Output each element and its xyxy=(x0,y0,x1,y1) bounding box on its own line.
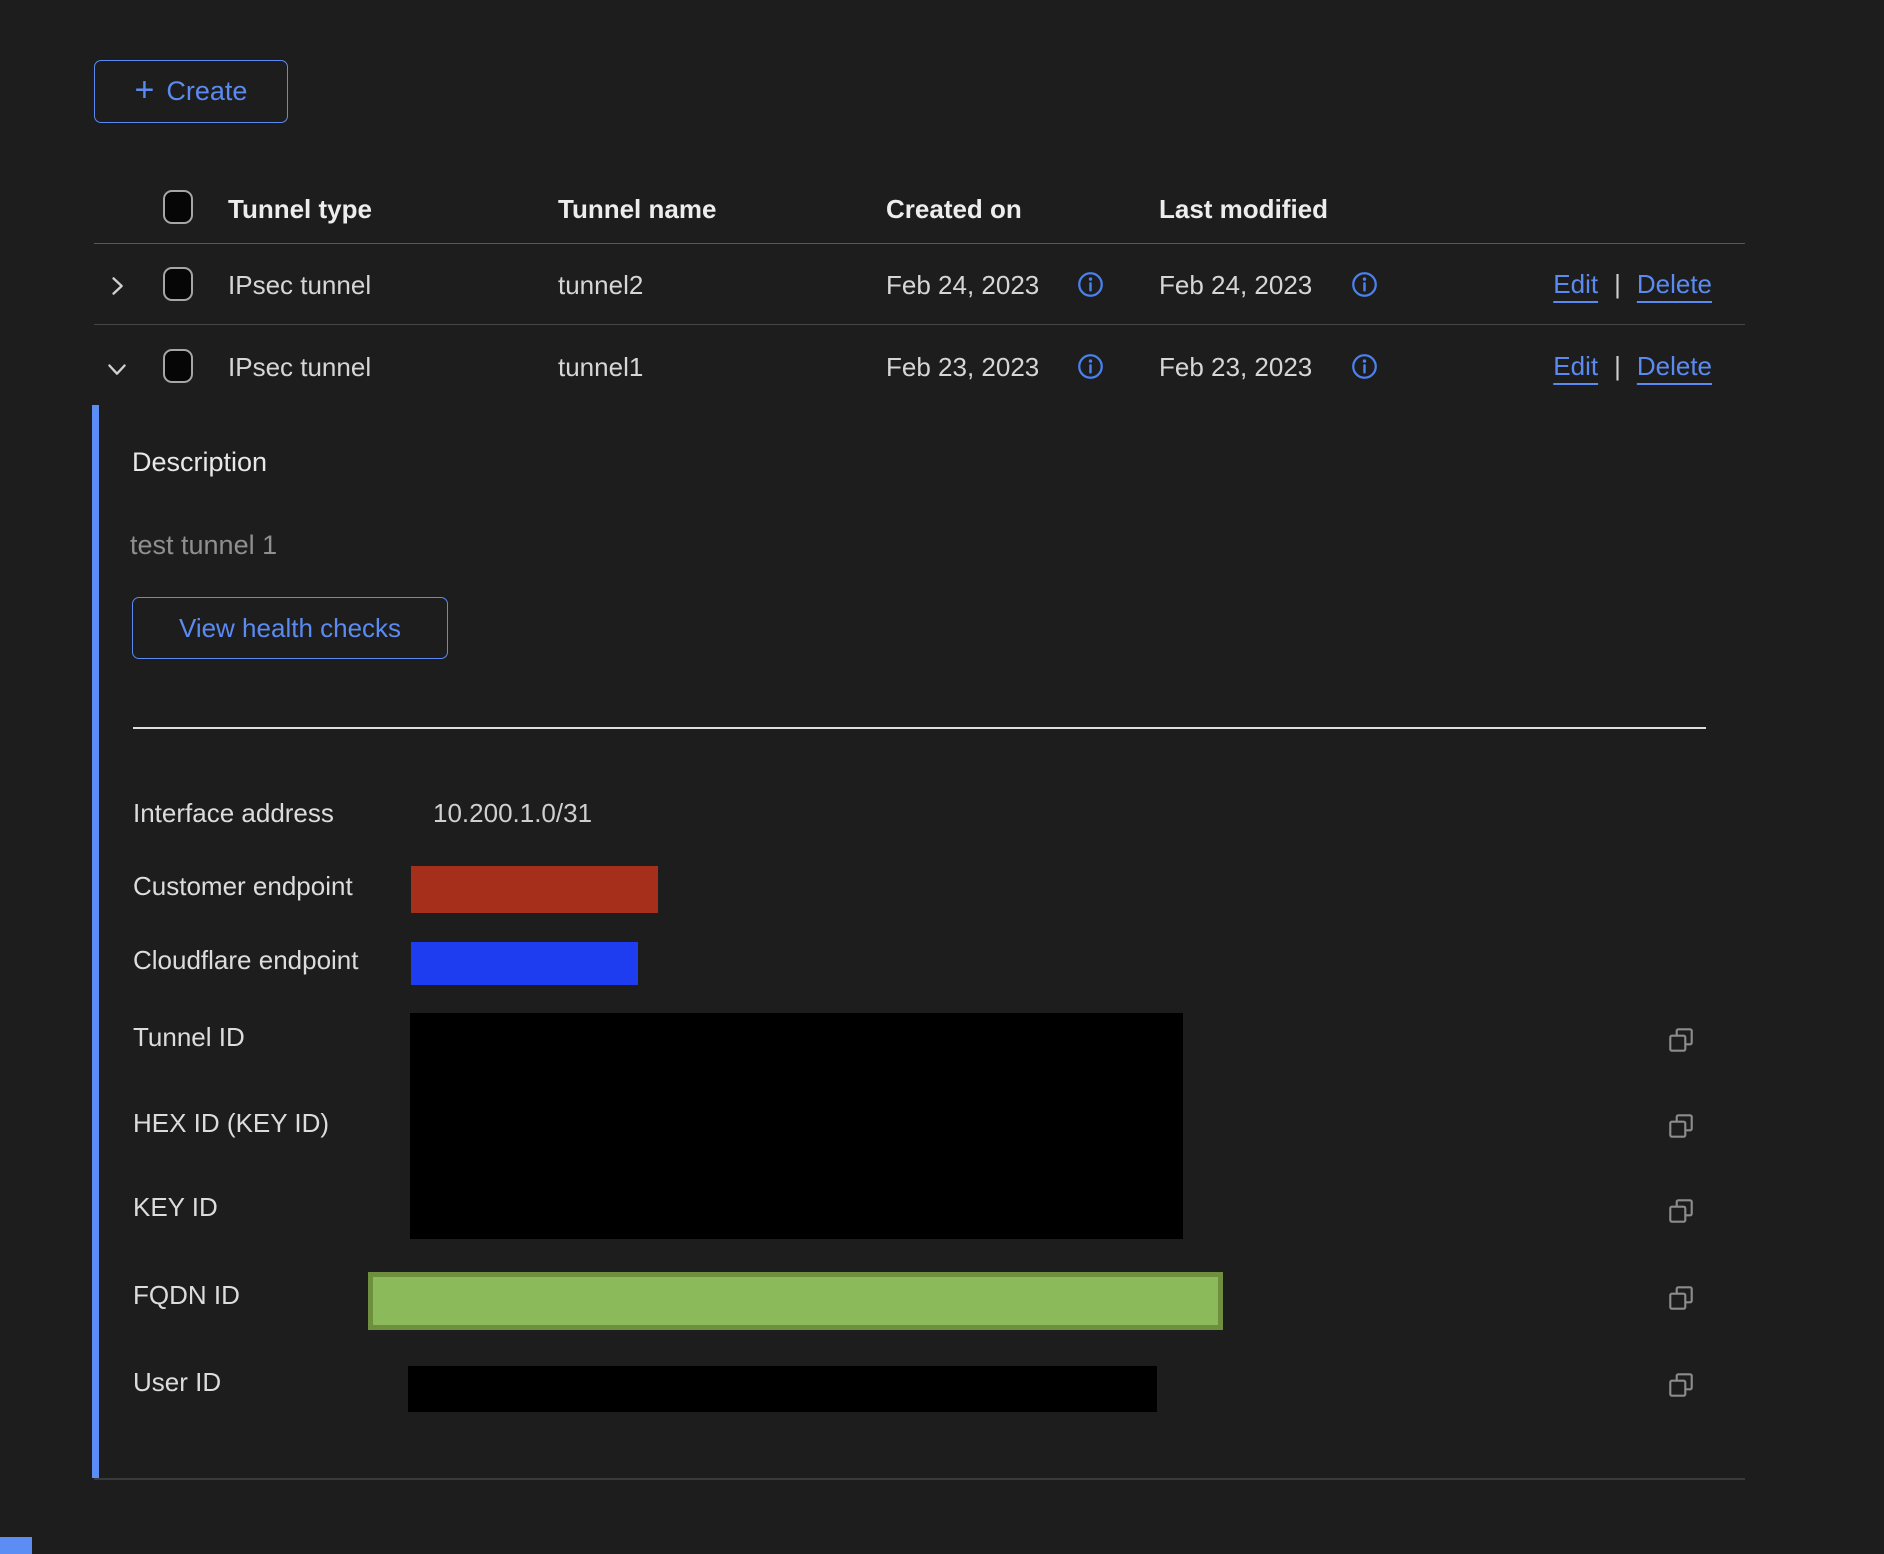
key-id-label: KEY ID xyxy=(133,1192,218,1223)
info-icon[interactable] xyxy=(1077,271,1104,298)
last-modified-cell: Feb 23, 2023 xyxy=(1159,352,1312,383)
expanded-panel-accent-border xyxy=(92,405,99,1478)
header-divider xyxy=(94,243,1745,244)
user-id-label: User ID xyxy=(133,1367,221,1398)
hex-id-label: HEX ID (KEY ID) xyxy=(133,1108,329,1139)
create-button-label: Create xyxy=(166,76,247,107)
ids-redaction-block xyxy=(410,1013,1183,1239)
column-header-last-modified: Last modified xyxy=(1159,194,1328,225)
edit-link[interactable]: Edit xyxy=(1553,351,1598,382)
customer-endpoint-label: Customer endpoint xyxy=(133,871,353,902)
column-header-tunnel-type: Tunnel type xyxy=(228,194,372,225)
delete-link[interactable]: Delete xyxy=(1637,269,1712,300)
row-actions: Edit | Delete xyxy=(1553,351,1712,382)
cloudflare-endpoint-redaction xyxy=(411,942,638,985)
actions-separator: | xyxy=(1614,269,1621,300)
scrollbar-fragment[interactable] xyxy=(0,1537,32,1554)
chevron-down-icon[interactable] xyxy=(103,355,131,383)
tunnel-id-label: Tunnel ID xyxy=(133,1022,245,1053)
tunnel-type-cell: IPsec tunnel xyxy=(228,270,371,301)
tunnel-name-cell: tunnel2 xyxy=(558,270,643,301)
info-icon[interactable] xyxy=(1351,271,1378,298)
row-checkbox-tunnel1[interactable] xyxy=(163,349,193,383)
created-on-cell: Feb 23, 2023 xyxy=(886,352,1039,383)
row-divider xyxy=(94,324,1745,325)
cloudflare-endpoint-label: Cloudflare endpoint xyxy=(133,945,359,976)
create-button[interactable]: + Create xyxy=(94,60,288,123)
edit-link[interactable]: Edit xyxy=(1553,269,1598,300)
select-all-checkbox[interactable] xyxy=(163,190,193,224)
row-checkbox-tunnel2[interactable] xyxy=(163,267,193,301)
row-actions: Edit | Delete xyxy=(1553,269,1712,300)
copy-icon[interactable] xyxy=(1666,1196,1696,1226)
description-value: test tunnel 1 xyxy=(130,530,277,561)
user-id-redaction xyxy=(408,1366,1157,1412)
view-health-checks-button[interactable]: View health checks xyxy=(132,597,448,659)
copy-icon[interactable] xyxy=(1666,1370,1696,1400)
expanded-panel-bottom-divider xyxy=(94,1478,1745,1480)
delete-link[interactable]: Delete xyxy=(1637,351,1712,382)
copy-icon[interactable] xyxy=(1666,1025,1696,1055)
view-health-checks-label: View health checks xyxy=(179,613,401,644)
created-on-cell: Feb 24, 2023 xyxy=(886,270,1039,301)
description-label: Description xyxy=(132,447,267,478)
column-header-created-on: Created on xyxy=(886,194,1022,225)
column-header-tunnel-name: Tunnel name xyxy=(558,194,716,225)
copy-icon[interactable] xyxy=(1666,1283,1696,1313)
last-modified-cell: Feb 24, 2023 xyxy=(1159,270,1312,301)
interface-address-label: Interface address xyxy=(133,798,334,829)
info-icon[interactable] xyxy=(1077,353,1104,380)
chevron-right-icon[interactable] xyxy=(103,272,131,300)
fqdn-id-label: FQDN ID xyxy=(133,1280,240,1311)
copy-icon[interactable] xyxy=(1666,1111,1696,1141)
panel-divider xyxy=(133,727,1706,729)
info-icon[interactable] xyxy=(1351,353,1378,380)
fqdn-id-redaction xyxy=(368,1272,1223,1330)
plus-icon: + xyxy=(135,73,155,107)
tunnel-name-cell: tunnel1 xyxy=(558,352,643,383)
ipsec-tunnels-page: + Create Tunnel type Tunnel name Created… xyxy=(0,0,1884,1554)
tunnel-type-cell: IPsec tunnel xyxy=(228,352,371,383)
interface-address-value: 10.200.1.0/31 xyxy=(433,798,592,829)
customer-endpoint-redaction xyxy=(411,866,658,913)
actions-separator: | xyxy=(1614,351,1621,382)
